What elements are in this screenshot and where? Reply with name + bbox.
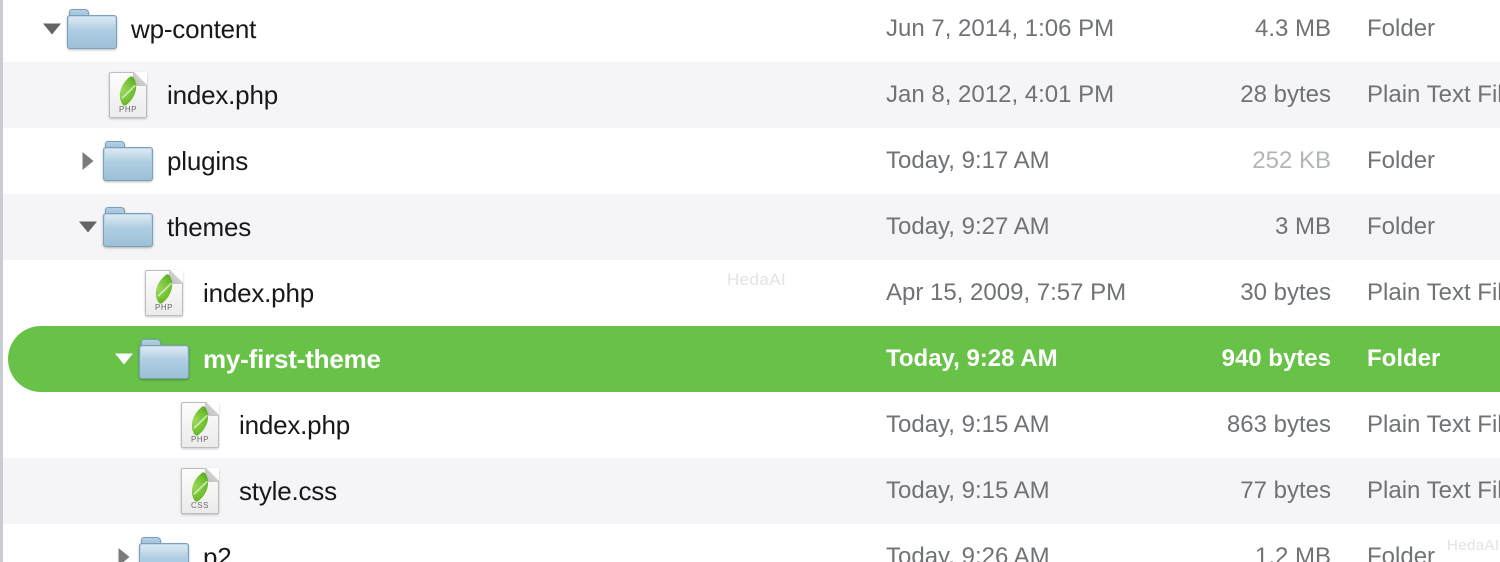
disclosure-triangle-open-icon[interactable] bbox=[111, 326, 137, 392]
file-name-label: plugins bbox=[167, 145, 248, 176]
date-modified-cell: Today, 9:28 AM bbox=[886, 345, 1058, 372]
file-name-label: style.css bbox=[239, 475, 337, 506]
size-cell: 863 bytes bbox=[1226, 411, 1331, 438]
file-name-label: p2 bbox=[203, 541, 232, 562]
disclosure-spacer bbox=[111, 260, 137, 326]
name-cell[interactable]: themes bbox=[75, 194, 251, 260]
name-cell[interactable]: CSS style.css bbox=[147, 458, 337, 524]
name-cell[interactable]: plugins bbox=[75, 128, 248, 194]
table-row[interactable]: PHP index.php Jan 8, 2012, 4:01 PM 28 bytes… bbox=[3, 62, 1500, 128]
date-modified-cell: Today, 9:17 AM bbox=[886, 147, 1050, 174]
size-cell: 77 bytes bbox=[1240, 477, 1331, 504]
date-modified-cell: Today, 9:27 AM bbox=[886, 213, 1050, 240]
file-name-label: index.php bbox=[239, 409, 350, 440]
row-icon: CSS bbox=[173, 458, 227, 524]
file-type-badge: PHP bbox=[191, 435, 209, 444]
name-cell[interactable]: my-first-theme bbox=[111, 326, 381, 392]
table-row[interactable]: plugins Today, 9:17 AM 252 KB Folder bbox=[3, 128, 1500, 194]
css-file-icon: CSS bbox=[181, 468, 219, 514]
folder-body bbox=[139, 543, 189, 562]
file-name-label: index.php bbox=[167, 79, 278, 110]
size-cell: 1.2 MB bbox=[1254, 543, 1331, 562]
table-row[interactable]: CSS style.css Today, 9:15 AM 77 bytes Plain … bbox=[3, 458, 1500, 524]
file-type-badge: CSS bbox=[191, 501, 209, 510]
kind-cell: Plain Text File bbox=[1367, 81, 1500, 108]
name-cell[interactable]: wp-content bbox=[39, 0, 256, 62]
file-name-label: index.php bbox=[203, 277, 314, 308]
file-type-badge: PHP bbox=[155, 303, 173, 312]
name-cell[interactable]: p2 bbox=[111, 524, 232, 562]
file-name-label: themes bbox=[167, 211, 252, 242]
folder-icon bbox=[67, 9, 117, 49]
row-icon: PHP bbox=[101, 62, 155, 128]
folder-icon bbox=[103, 207, 153, 247]
date-modified-cell: Today, 9:15 AM bbox=[886, 477, 1050, 504]
disclosure-spacer bbox=[147, 458, 173, 524]
size-cell: 30 bytes bbox=[1240, 279, 1331, 306]
table-row[interactable]: PHP index.php Apr 15, 2009, 7:57 PM 30 byte… bbox=[3, 260, 1500, 326]
row-icon bbox=[65, 0, 119, 62]
table-row[interactable]: PHP index.php Today, 9:15 AM 863 bytes Plain… bbox=[3, 392, 1500, 458]
size-cell: 940 bytes bbox=[1221, 345, 1331, 372]
kind-cell: Plain Text File bbox=[1367, 411, 1500, 438]
kind-cell: Plain Text File bbox=[1367, 477, 1500, 504]
folder-body bbox=[139, 345, 189, 379]
size-cell: 4.3 MB bbox=[1254, 15, 1331, 42]
disclosure-triangle-open-icon[interactable] bbox=[39, 0, 65, 62]
table-row[interactable]: my-first-theme Today, 9:28 AM 940 bytes Fol… bbox=[3, 326, 1500, 392]
finder-list-view[interactable]: wp-content Jun 7, 2014, 1:06 PM 4.3 MB Fold… bbox=[0, 0, 1500, 562]
size-cell: 28 bytes bbox=[1240, 81, 1331, 108]
kind-cell: Folder bbox=[1367, 543, 1436, 562]
folder-body bbox=[67, 15, 117, 49]
table-row[interactable]: p2 Today, 9:26 AM 1.2 MB Folder bbox=[3, 524, 1500, 562]
kind-cell: Plain Text File bbox=[1367, 279, 1500, 306]
name-cell[interactable]: PHP index.php bbox=[111, 260, 314, 326]
size-cell: 252 KB bbox=[1252, 147, 1331, 174]
row-icon: PHP bbox=[173, 392, 227, 458]
date-modified-cell: Today, 9:15 AM bbox=[886, 411, 1050, 438]
folder-body bbox=[103, 213, 153, 247]
kind-cell: Folder bbox=[1367, 15, 1436, 42]
row-icon bbox=[137, 326, 191, 392]
php-file-icon: PHP bbox=[145, 270, 183, 316]
folder-body bbox=[103, 147, 153, 181]
size-cell: 3 MB bbox=[1274, 213, 1331, 240]
disclosure-spacer bbox=[75, 62, 101, 128]
row-icon bbox=[137, 524, 191, 562]
file-name-label: my-first-theme bbox=[203, 343, 381, 374]
php-file-icon: PHP bbox=[181, 402, 219, 448]
table-row[interactable]: themes Today, 9:27 AM 3 MB Folder bbox=[3, 194, 1500, 260]
disclosure-triangle-closed-icon[interactable] bbox=[111, 524, 137, 562]
disclosure-triangle-closed-icon[interactable] bbox=[75, 128, 101, 194]
table-row[interactable]: wp-content Jun 7, 2014, 1:06 PM 4.3 MB Fold… bbox=[3, 0, 1500, 62]
kind-cell: Folder bbox=[1367, 213, 1436, 240]
folder-icon bbox=[103, 141, 153, 181]
folder-icon bbox=[139, 339, 189, 379]
name-cell[interactable]: PHP index.php bbox=[75, 62, 278, 128]
disclosure-spacer bbox=[147, 392, 173, 458]
file-name-label: wp-content bbox=[131, 13, 257, 44]
row-icon: PHP bbox=[137, 260, 191, 326]
php-file-icon: PHP bbox=[109, 72, 147, 118]
name-cell[interactable]: PHP index.php bbox=[147, 392, 350, 458]
disclosure-triangle-open-icon[interactable] bbox=[75, 194, 101, 260]
row-icon bbox=[101, 194, 155, 260]
date-modified-cell: Today, 9:26 AM bbox=[886, 543, 1050, 562]
row-icon bbox=[101, 128, 155, 194]
folder-icon bbox=[139, 537, 189, 562]
kind-cell: Folder bbox=[1367, 345, 1441, 372]
kind-cell: Folder bbox=[1367, 147, 1436, 174]
file-type-badge: PHP bbox=[119, 105, 137, 114]
